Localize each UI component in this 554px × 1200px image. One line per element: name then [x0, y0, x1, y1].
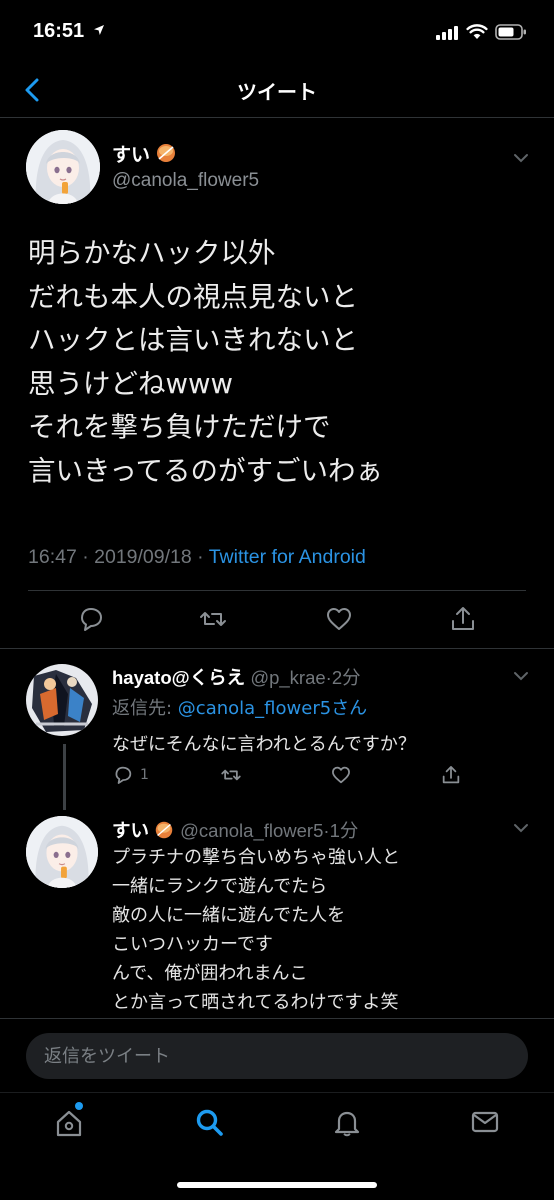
replying-to-label: 返信先: [112, 698, 178, 719]
search-icon[interactable] [194, 1107, 224, 1137]
new-items-dot [75, 1102, 83, 1110]
home-icon[interactable] [54, 1108, 84, 1138]
comment-icon[interactable] [76, 604, 106, 634]
reply-text: プラチナの撃ち合いめちゃ強い人と 一緒にランクで遊んでたら 敵の人に一緒に遊んで… [112, 847, 400, 1013]
nav-header: ツイート [0, 62, 554, 118]
comment-icon[interactable] [112, 764, 134, 786]
chevron-down-icon[interactable] [513, 671, 529, 681]
page-title: ツイート [237, 80, 317, 104]
replying-to: 返信先: @canola_flower5さん [112, 694, 367, 720]
reply-actions: 1 [0, 764, 554, 790]
avatar[interactable] [26, 816, 98, 888]
author-handle[interactable]: @canola_flower5 [112, 170, 259, 192]
share-icon[interactable] [440, 764, 462, 786]
avatar[interactable] [26, 130, 100, 204]
retweet-icon[interactable] [198, 604, 228, 634]
battery-icon [495, 24, 526, 40]
author-name[interactable]: すい [112, 140, 178, 167]
reply-header: すい @canola_flower5·1分 [112, 817, 358, 843]
avatar[interactable] [26, 664, 98, 736]
replying-to-mention[interactable]: @canola_flower5さん [178, 698, 367, 719]
messages-icon[interactable] [470, 1107, 500, 1137]
reply-time: 1分 [329, 820, 359, 841]
wifi-icon [466, 24, 488, 39]
reply-author-handle[interactable]: @canola_flower5 [180, 820, 323, 841]
divider [0, 648, 554, 649]
like-icon[interactable] [330, 764, 352, 786]
tweet-meta: 16:47 · 2019/09/18 · Twitter for Android [28, 546, 366, 569]
status-bar: 16:51 [0, 0, 554, 62]
cellular-signal-icon [436, 26, 458, 40]
retweet-icon[interactable] [220, 764, 242, 786]
tweet-source-link[interactable]: Twitter for Android [209, 546, 366, 568]
location-arrow-icon [94, 25, 104, 35]
chevron-down-icon[interactable] [513, 153, 529, 163]
reply-count: 1 [140, 767, 149, 783]
chevron-down-icon[interactable] [513, 823, 529, 833]
reply-time: 2分 [331, 667, 361, 688]
divider [28, 590, 526, 591]
tweet-timestamp: 16:47 · 2019/09/18 · [28, 546, 209, 568]
emoji-icon [157, 144, 176, 162]
tweet-text: 明らかなハック以外 だれも本人の視点見ないと ハックとは言いきれないと 思うけど… [28, 237, 384, 487]
reply-author-name[interactable]: hayato@くらえ [112, 667, 245, 688]
reply-author-name[interactable]: すい [112, 820, 149, 841]
reply-header: hayato@くらえ @p_krae·2分 [112, 664, 361, 690]
status-time: 16:51 [33, 20, 85, 42]
author-name-text: すい [112, 144, 151, 166]
notifications-icon[interactable] [332, 1107, 362, 1137]
share-icon[interactable] [448, 604, 478, 634]
reply-input[interactable] [26, 1033, 528, 1079]
home-indicator [177, 1182, 377, 1188]
like-icon[interactable] [324, 604, 354, 634]
emoji-icon [155, 821, 173, 839]
reply-author-handle[interactable]: @p_krae [250, 667, 325, 688]
reply-text: なぜにそんなに言われとるんですか？ [112, 734, 416, 755]
tweet-actions [0, 604, 554, 638]
reply-composer [0, 1018, 554, 1092]
